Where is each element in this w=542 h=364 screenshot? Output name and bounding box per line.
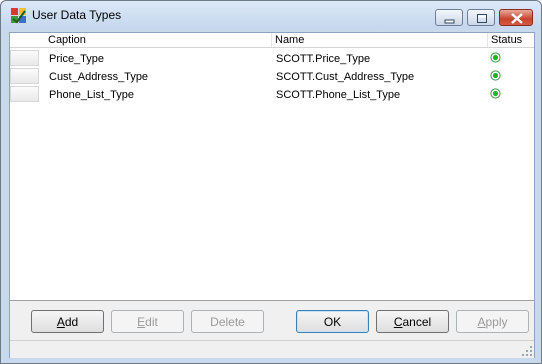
column-header-name[interactable]: Name (275, 34, 304, 46)
column-header-caption[interactable]: Caption (48, 34, 86, 46)
status-valid-icon (490, 88, 501, 99)
apply-button[interactable]: Apply (456, 310, 529, 333)
delete-button-label: Delete (210, 314, 245, 329)
close-icon (511, 13, 523, 24)
cell-caption: Phone_List_Type (49, 89, 135, 101)
maximize-button[interactable] (467, 9, 495, 26)
cell-caption: Price_Type (49, 53, 105, 65)
maximize-icon (477, 14, 487, 23)
cancel-button-label: ancel (402, 314, 432, 329)
column-divider[interactable] (487, 33, 488, 47)
cancel-button[interactable]: Cancel (376, 310, 449, 333)
status-valid-icon (490, 52, 501, 63)
add-button[interactable]: Add (31, 310, 104, 333)
cell-name: SCOTT.Price_Type (276, 53, 371, 65)
ok-button-label: OK (323, 314, 342, 329)
apply-button-label: pply (485, 314, 508, 329)
row-header[interactable] (10, 86, 39, 102)
apply-button-accelerator: A (477, 314, 486, 329)
minimize-button[interactable] (435, 9, 463, 26)
edit-button-accelerator: E (137, 314, 146, 329)
data-types-grid[interactable]: Caption Name Status Price_Type SCOTT.Pri… (10, 33, 534, 301)
table-row[interactable]: Cust_Address_Type SCOTT.Cust_Address_Typ… (10, 68, 534, 86)
status-bar (10, 340, 534, 358)
data-types-icon (11, 8, 26, 24)
table-row[interactable]: Phone_List_Type SCOTT.Phone_List_Type (10, 86, 534, 104)
close-button[interactable] (499, 9, 533, 26)
grid-header: Caption Name Status (10, 33, 534, 48)
title-bar[interactable]: User Data Types (1, 1, 541, 29)
resize-grip-icon[interactable] (522, 346, 532, 356)
minimize-icon (444, 19, 455, 24)
user-data-types-window: User Data Types Caption Name Status Pric… (0, 0, 542, 364)
status-valid-icon (490, 70, 501, 81)
add-button-accelerator: A (56, 314, 65, 329)
cell-caption: Cust_Address_Type (49, 71, 149, 83)
cell-name: SCOTT.Cust_Address_Type (276, 71, 415, 83)
window-title: User Data Types (32, 8, 122, 22)
ok-button[interactable]: OK (296, 310, 369, 333)
cell-name: SCOTT.Phone_List_Type (276, 89, 401, 101)
dialog-body: Caption Name Status Price_Type SCOTT.Pri… (9, 32, 535, 358)
edit-button[interactable]: Edit (111, 310, 184, 333)
column-header-status[interactable]: Status (491, 34, 522, 46)
row-header[interactable] (10, 50, 39, 66)
table-row[interactable]: Price_Type SCOTT.Price_Type (10, 50, 534, 68)
add-button-label: dd (64, 314, 79, 329)
delete-button[interactable]: Delete (191, 310, 264, 333)
edit-button-label: dit (145, 314, 158, 329)
cancel-button-accelerator: C (393, 314, 403, 329)
column-divider[interactable] (271, 33, 272, 47)
row-header[interactable] (10, 68, 39, 84)
